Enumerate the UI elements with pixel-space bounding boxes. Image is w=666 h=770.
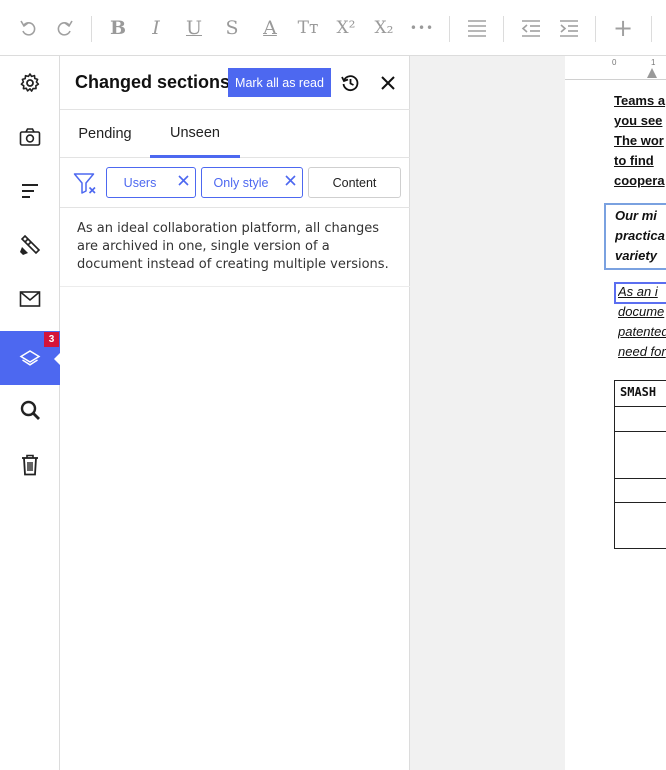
sidebar-item-styles[interactable] — [0, 218, 60, 272]
text-line: Teams a — [614, 93, 666, 108]
text-line: you see — [614, 113, 663, 128]
search-icon — [20, 400, 40, 420]
horizontal-ruler[interactable]: 0 1 — [565, 56, 666, 80]
filter-bar: Users Only style Content — [60, 158, 410, 208]
table-row — [615, 502, 666, 503]
toolbar-divider — [91, 16, 92, 42]
align-justify-icon — [468, 20, 486, 37]
outdent-icon — [521, 20, 540, 37]
left-sidebar: 3 — [0, 56, 60, 770]
document-paragraph[interactable]: As an i docume patented need for — [618, 282, 666, 362]
outline-icon — [22, 184, 38, 198]
filter-chip-label: Users — [123, 175, 157, 190]
text-line: As an i — [618, 284, 658, 299]
text-line: The wor — [614, 133, 664, 148]
table-row — [615, 431, 666, 432]
toolbar-divider — [449, 16, 450, 42]
indent-marker-icon[interactable] — [647, 68, 657, 78]
underline-button[interactable]: U — [176, 10, 212, 46]
more-button[interactable]: ••• — [404, 10, 440, 46]
clear-filters-button[interactable] — [73, 172, 99, 200]
text-size-button[interactable]: Tт — [290, 10, 326, 46]
table-header-cell: SMASH — [620, 385, 657, 399]
panel-tabs: Pending Unseen — [60, 110, 410, 158]
list-item[interactable]: As an ideal collaboration platform, all … — [60, 208, 410, 287]
table-row — [615, 478, 666, 479]
text-line: docume — [618, 304, 665, 319]
tab-unseen[interactable]: Unseen — [150, 110, 240, 158]
text-line: Our mi — [615, 208, 657, 223]
table-row — [615, 406, 666, 407]
remove-filter-icon[interactable] — [178, 175, 189, 189]
changed-sections-panel: Changed sections Mark all as read Pendin… — [60, 56, 410, 770]
mark-all-read-button[interactable]: Mark all as read — [228, 68, 331, 97]
text-line: variety — [615, 248, 657, 263]
layers-icon — [19, 350, 41, 366]
sidebar-item-outline[interactable] — [0, 164, 60, 218]
camera-icon — [19, 128, 41, 146]
document-paragraph[interactable]: Our mi practica variety — [615, 206, 666, 266]
filter-chip-only-style[interactable]: Only style — [201, 167, 303, 198]
sidebar-item-snapshot[interactable] — [0, 110, 60, 164]
redo-icon — [57, 20, 73, 36]
close-panel-button[interactable] — [376, 71, 400, 95]
sidebar-item-trash[interactable] — [0, 438, 60, 492]
insert-button[interactable]: + — [605, 10, 641, 46]
text-line: to find — [614, 153, 654, 168]
ruler-mark: 1 — [651, 58, 656, 67]
trash-icon — [22, 454, 38, 476]
toolbar-divider — [651, 16, 652, 42]
text-line: patented — [618, 324, 666, 339]
undo-button[interactable] — [10, 10, 46, 46]
history-icon — [341, 75, 359, 92]
tab-pending[interactable]: Pending — [69, 110, 141, 158]
redo-button[interactable] — [47, 10, 83, 46]
document-paragraph[interactable]: Teams a you see The wor to find coopera — [614, 91, 666, 191]
remove-filter-icon[interactable] — [285, 175, 296, 189]
notification-badge: 3 — [44, 332, 59, 347]
font-color-button[interactable]: A — [252, 10, 288, 46]
filter-chip-content[interactable]: Content — [308, 167, 401, 198]
formatting-toolbar: B I U S A Tт X² X₂ ••• + — [0, 0, 666, 56]
document-table[interactable]: SMASH — [614, 380, 666, 549]
bold-button[interactable]: B — [100, 10, 136, 46]
sidebar-item-search[interactable] — [0, 383, 60, 437]
indent-icon — [560, 20, 578, 37]
history-button[interactable] — [338, 71, 362, 95]
sidebar-item-settings[interactable] — [0, 56, 60, 110]
close-icon — [381, 76, 395, 90]
undo-icon — [20, 20, 36, 36]
ruler-mark: 0 — [612, 58, 617, 67]
toolbar-divider — [595, 16, 596, 42]
italic-button[interactable]: I — [138, 10, 174, 46]
filter-clear-icon — [73, 173, 96, 194]
filter-chip-label: Only style — [213, 175, 269, 190]
panel-title: Changed sections — [75, 72, 231, 92]
paint-brush-icon — [20, 234, 41, 255]
envelope-icon — [19, 291, 41, 307]
panel-header: Changed sections Mark all as read — [60, 56, 410, 110]
sidebar-item-changed-sections[interactable]: 3 — [0, 331, 60, 385]
text-line: practica — [615, 228, 665, 243]
superscript-button[interactable]: X² — [328, 10, 364, 46]
subscript-button[interactable]: X₂ — [366, 10, 402, 46]
outdent-button[interactable] — [513, 10, 549, 46]
strikethrough-button[interactable]: S — [214, 10, 250, 46]
text-line: coopera — [614, 173, 665, 188]
align-button[interactable] — [459, 10, 495, 46]
sidebar-item-messages[interactable] — [0, 272, 60, 326]
indent-button[interactable] — [551, 10, 587, 46]
toolbar-divider — [503, 16, 504, 42]
text-line: need for — [618, 344, 666, 359]
filter-chip-users[interactable]: Users — [106, 167, 196, 198]
gear-icon — [20, 73, 40, 92]
